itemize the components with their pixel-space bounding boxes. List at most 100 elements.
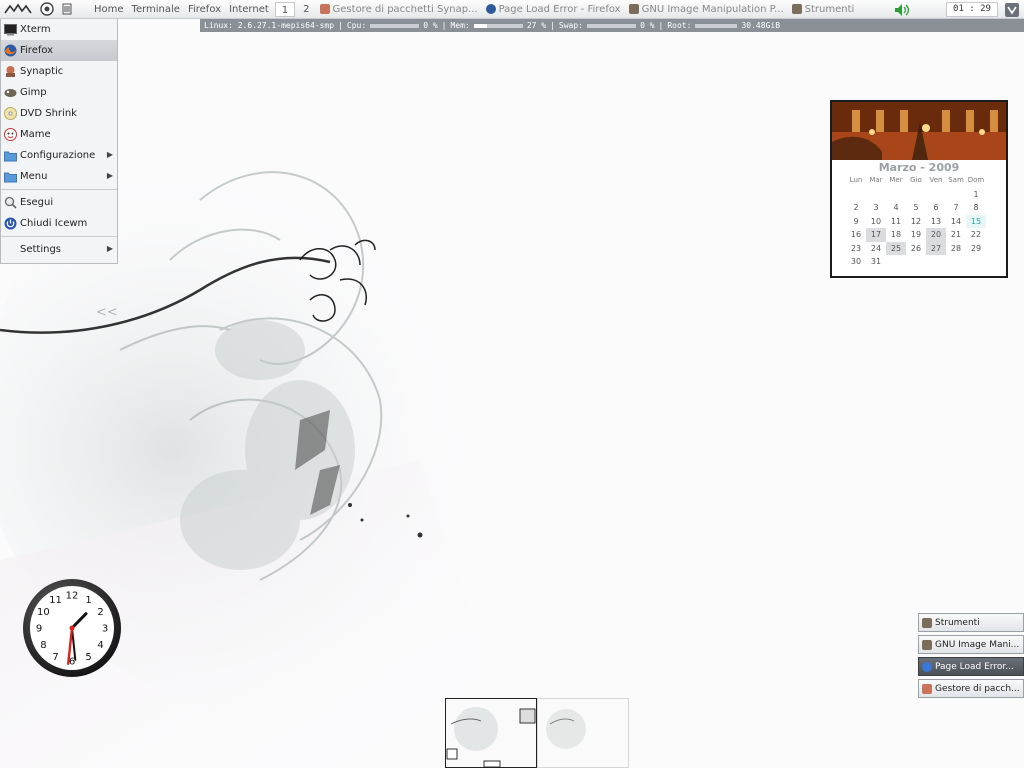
swap-label: Swap: (558, 21, 583, 30)
calendar-day[interactable]: 25 (886, 241, 906, 255)
workspace-1[interactable]: 1 (274, 1, 296, 17)
window-item-label: GNU Image Mani... (935, 639, 1020, 650)
task-label: GNU Image Manipulation P... (641, 3, 784, 15)
clock-numeral: 12 (66, 591, 79, 602)
workspace-2[interactable]: 2 (297, 2, 315, 17)
submenu-arrow-icon: ▶ (106, 150, 113, 159)
calendar-day[interactable]: 2 (846, 201, 866, 215)
window-list-button[interactable] (36, 0, 58, 19)
synaptic-icon (6, 66, 15, 77)
calendar-day[interactable]: 3 (866, 201, 886, 215)
pager-desktop-1[interactable] (445, 698, 537, 768)
calendar-day[interactable]: 22 (966, 228, 986, 242)
task-synaptic[interactable]: Gestore di pacchetti Synap... (316, 4, 482, 15)
task-firefox[interactable]: Page Load Error - Firefox (482, 4, 625, 15)
system-tray: 01 : 29 (894, 0, 1024, 19)
gimp-icon (922, 639, 932, 650)
calendar-day[interactable]: 7 (946, 201, 966, 215)
calendar-day[interactable]: 30 (846, 255, 866, 269)
calendar-day[interactable]: 20 (926, 228, 946, 242)
system-monitor-bar-end (784, 19, 1024, 32)
menu-item-esegui[interactable]: Esegui (1, 192, 117, 213)
calendar-day-today[interactable]: 15 (966, 214, 986, 228)
volume-icon[interactable] (894, 3, 912, 17)
menu-item-chiudi-icewm[interactable]: Chiudi Icewm (1, 213, 117, 234)
taskbar-clock[interactable]: 01 : 29 (946, 2, 998, 17)
menu-item-dvd-shrink[interactable]: DVD Shrink (1, 103, 117, 124)
menu-item-label: Xterm (20, 24, 51, 35)
calendar-day[interactable]: 1 (966, 188, 986, 202)
calendar-empty-cell (866, 188, 886, 202)
quicklaunch-internet[interactable]: Internet (225, 4, 273, 15)
calendar-day[interactable]: 4 (886, 201, 906, 215)
menu-item-menu[interactable]: Menu ▶ (1, 166, 117, 187)
quicklaunch-firefox[interactable]: Firefox (184, 4, 225, 15)
calendar-day[interactable]: 18 (886, 228, 906, 242)
separator: | (338, 21, 343, 30)
root-label: Root: (667, 21, 692, 30)
menu-separator (1, 189, 117, 190)
calendar-day[interactable]: 26 (906, 242, 926, 256)
menu-item-settings[interactable]: Settings ▶ (1, 239, 117, 260)
calendar-day[interactable]: 23 (846, 242, 866, 256)
window-item-strumenti[interactable]: Strumenti (918, 613, 1024, 632)
quicklaunch-terminale[interactable]: Terminale (128, 4, 184, 15)
calendar-day[interactable]: 28 (946, 242, 966, 256)
calendar-day[interactable]: 13 (926, 215, 946, 229)
calendar-day[interactable]: 31 (866, 255, 886, 269)
start-button[interactable] (0, 0, 36, 19)
show-desktop-button[interactable] (58, 0, 76, 19)
synaptic-icon (319, 4, 330, 14)
root-bar (695, 23, 738, 28)
kernel-version: Linux: 2.6.27.1-mepis64-smp (204, 21, 335, 30)
desktop-thumbnail (446, 707, 536, 767)
system-monitor-bar: Linux: 2.6.27.1-mepis64-smp | Cpu: 0 % |… (200, 19, 784, 32)
menu-item-mame[interactable]: Mame (1, 124, 117, 145)
calendar-photo (832, 102, 1006, 160)
menu-item-xterm[interactable]: Xterm (1, 19, 117, 40)
calendar-day[interactable]: 8 (966, 201, 986, 215)
menu-item-synaptic[interactable]: Synaptic (1, 61, 117, 82)
calendar-day[interactable]: 27 (926, 241, 946, 255)
menu-item-label: Firefox (20, 45, 54, 56)
calendar-day[interactable]: 6 (926, 201, 946, 215)
clock-numeral: 3 (102, 624, 108, 635)
swap-value: 0 % (640, 21, 655, 30)
quicklaunch-home[interactable]: Home (90, 4, 128, 15)
calendar-day[interactable]: 9 (846, 215, 866, 229)
calendar-day[interactable]: 24 (866, 242, 886, 256)
pager-desktop-2[interactable] (537, 698, 629, 768)
menu-item-configurazione[interactable]: Configurazione ▶ (1, 145, 117, 166)
window-item-firefox[interactable]: Page Load Error... (918, 657, 1024, 676)
clock-numeral: 8 (40, 640, 46, 651)
calendar-widget: Marzo - 2009 Lun Mar Mer Gio Ven Sam Dom 1 2 3 4 5 6… (830, 100, 1008, 278)
calendar-day[interactable]: 11 (886, 215, 906, 229)
tray-app-icon[interactable] (1004, 2, 1020, 18)
calendar-day[interactable]: 29 (966, 242, 986, 256)
calendar-day[interactable]: 10 (866, 215, 886, 229)
calendar-day[interactable]: 17 (866, 228, 886, 242)
task-strumenti[interactable]: Strumenti (788, 4, 859, 15)
window-item-gimp[interactable]: GNU Image Mani... (918, 635, 1024, 654)
clock-numeral: 11 (49, 595, 62, 606)
task-gimp[interactable]: GNU Image Manipulation P... (625, 4, 788, 15)
calendar-day[interactable]: 12 (906, 215, 926, 229)
menu-item-label: Gimp (20, 87, 47, 98)
menu-item-firefox[interactable]: Firefox (1, 40, 117, 61)
submenu-arrow-icon: ▶ (106, 244, 113, 253)
gimp-icon (791, 4, 802, 14)
calendar-empty-cell (926, 188, 946, 202)
window-item-synaptic[interactable]: Gestore di pacch... (918, 679, 1024, 698)
calendar-day[interactable]: 16 (846, 228, 866, 242)
calendar-day[interactable]: 14 (946, 215, 966, 229)
calendar-day[interactable]: 21 (946, 228, 966, 242)
clock-numeral: 1 (85, 595, 91, 606)
calendar-month-title: Marzo - 2009 (878, 161, 960, 174)
calendar-day[interactable]: 19 (906, 228, 926, 242)
menu-item-gimp[interactable]: Gimp (1, 82, 117, 103)
calendar-grid: Lun Mar Mer Gio Ven Sam Dom 1 2 3 4 5 6 7 8 9 10 11 12 13 14… (846, 174, 1006, 269)
calendar-day[interactable]: 5 (906, 201, 926, 215)
window-list: Strumenti GNU Image Mani... Page Load Er… (918, 613, 1024, 701)
calendar-empty-cell (846, 188, 866, 202)
menu-item-label: Settings (20, 244, 62, 255)
